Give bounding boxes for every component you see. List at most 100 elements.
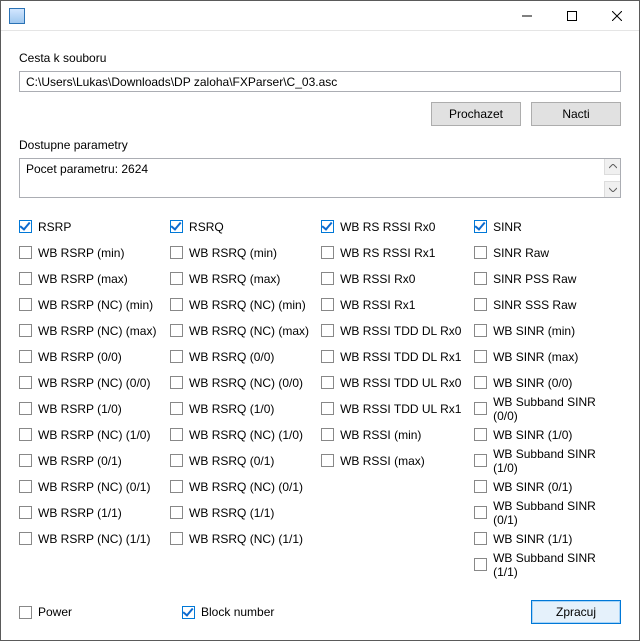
param-checkbox-label: WB RSRQ (NC) (1/0) bbox=[189, 428, 303, 442]
param-checkbox-label: WB RSSI Rx1 bbox=[340, 298, 415, 312]
checkbox-box bbox=[19, 246, 32, 259]
param-checkbox[interactable]: WB RSRP (max) bbox=[19, 270, 162, 287]
browse-button[interactable]: Prochazet bbox=[431, 102, 521, 126]
param-checkbox[interactable]: WB RSRQ (NC) (1/0) bbox=[170, 426, 313, 443]
checkbox-box bbox=[474, 350, 487, 363]
param-checkbox-label: SINR Raw bbox=[493, 246, 549, 260]
param-checkbox[interactable]: WB RSSI (min) bbox=[321, 426, 466, 443]
param-checkbox[interactable]: WB RSRQ (NC) (1/1) bbox=[170, 530, 313, 547]
param-checkbox[interactable]: SINR Raw bbox=[474, 244, 621, 261]
param-checkbox[interactable]: WB RSRQ (max) bbox=[170, 270, 313, 287]
param-checkbox[interactable]: WB RSRP (1/1) bbox=[19, 504, 162, 521]
param-checkbox[interactable]: WB RSRQ (NC) (max) bbox=[170, 322, 313, 339]
checkbox-box bbox=[321, 298, 334, 311]
checkbox-box bbox=[170, 480, 183, 493]
param-checkbox[interactable]: WB Subband SINR (1/1) bbox=[474, 556, 621, 573]
param-checkbox[interactable]: WB SINR (1/1) bbox=[474, 530, 621, 547]
checkbox-box bbox=[321, 350, 334, 363]
checkbox-box bbox=[474, 324, 487, 337]
param-checkbox[interactable]: WB RSRQ (NC) (0/0) bbox=[170, 374, 313, 391]
param-checkbox[interactable]: SINR SSS Raw bbox=[474, 296, 621, 313]
param-checkbox[interactable]: WB RSRQ (0/1) bbox=[170, 452, 313, 469]
minimize-button[interactable] bbox=[504, 1, 549, 30]
param-checkbox[interactable]: WB RSSI (max) bbox=[321, 452, 466, 469]
param-checkbox[interactable]: WB RSSI TDD DL Rx0 bbox=[321, 322, 466, 339]
param-checkbox[interactable]: WB RSSI TDD UL Rx0 bbox=[321, 374, 466, 391]
checkbox-box bbox=[474, 558, 487, 571]
param-checkbox[interactable]: WB RSRP (0/0) bbox=[19, 348, 162, 365]
param-checkbox[interactable]: WB RSRP (NC) (0/1) bbox=[19, 478, 162, 495]
param-checkbox[interactable]: RSRQ bbox=[170, 218, 313, 235]
scroll-down-button[interactable] bbox=[604, 181, 620, 197]
power-checkbox-label: Power bbox=[38, 605, 72, 619]
scroll-up-button[interactable] bbox=[604, 159, 620, 175]
param-checkbox[interactable]: WB RSRP (NC) (1/0) bbox=[19, 426, 162, 443]
param-checkbox-label: WB RSRQ (NC) (1/1) bbox=[189, 532, 303, 546]
param-column: RSRQ WB RSRQ (min) WB RSRQ (max) WB RSRQ (N… bbox=[170, 218, 313, 573]
param-checkbox[interactable]: SINR PSS Raw bbox=[474, 270, 621, 287]
checkbox-box bbox=[170, 532, 183, 545]
param-checkbox-label: WB RSSI TDD DL Rx0 bbox=[340, 324, 461, 338]
param-checkbox-label: WB SINR (1/1) bbox=[493, 532, 572, 546]
checkbox-box bbox=[170, 246, 183, 259]
param-checkbox[interactable]: WB RSRQ (min) bbox=[170, 244, 313, 261]
checkbox-box bbox=[19, 324, 32, 337]
file-path-input[interactable]: C:\Users\Lukas\Downloads\DP zaloha\FXPar… bbox=[19, 71, 621, 92]
param-checkbox[interactable]: WB Subband SINR (1/0) bbox=[474, 452, 621, 469]
param-checkbox[interactable]: WB RSRP (1/0) bbox=[19, 400, 162, 417]
param-checkbox[interactable]: WB RSRP (min) bbox=[19, 244, 162, 261]
param-checkbox[interactable]: WB RSRQ (NC) (0/1) bbox=[170, 478, 313, 495]
param-checkbox-label: RSRQ bbox=[189, 220, 224, 234]
process-button[interactable]: Zpracuj bbox=[531, 600, 621, 624]
param-checkbox[interactable]: SINR bbox=[474, 218, 621, 235]
param-checkbox[interactable]: WB RS RSSI Rx0 bbox=[321, 218, 466, 235]
param-checkbox[interactable]: WB RSRQ (NC) (min) bbox=[170, 296, 313, 313]
param-checkbox[interactable]: WB RSRP (NC) (max) bbox=[19, 322, 162, 339]
param-checkbox-label: WB RSRP (0/1) bbox=[38, 454, 122, 468]
param-checkbox-label: WB RSRQ (1/1) bbox=[189, 506, 274, 520]
param-checkbox[interactable]: WB RSSI Rx1 bbox=[321, 296, 466, 313]
param-checkbox-label: WB RSSI (max) bbox=[340, 454, 425, 468]
checkbox-box bbox=[170, 272, 183, 285]
block-number-checkbox[interactable]: Block number bbox=[182, 604, 274, 621]
param-checkbox[interactable]: WB SINR (0/0) bbox=[474, 374, 621, 391]
param-checkbox-label: WB RSSI TDD UL Rx1 bbox=[340, 402, 461, 416]
param-checkbox[interactable]: WB Subband SINR (0/1) bbox=[474, 504, 621, 521]
checkbox-box bbox=[170, 402, 183, 415]
bottom-bar: Power Block number Zpracuj bbox=[19, 588, 621, 624]
param-checkbox[interactable]: WB RSRP (NC) (0/0) bbox=[19, 374, 162, 391]
param-count-box[interactable]: Pocet parametru: 2624 bbox=[19, 158, 621, 198]
param-checkbox[interactable]: WB RSRP (NC) (1/1) bbox=[19, 530, 162, 547]
content-area: Cesta k souboru C:\Users\Lukas\Downloads… bbox=[1, 31, 639, 640]
param-checkbox[interactable]: WB SINR (max) bbox=[474, 348, 621, 365]
param-checkbox-label: WB RSRP (1/1) bbox=[38, 506, 122, 520]
param-checkbox[interactable]: WB RS RSSI Rx1 bbox=[321, 244, 466, 261]
maximize-button[interactable] bbox=[549, 1, 594, 30]
param-checkbox-label: WB RSRP (NC) (max) bbox=[38, 324, 156, 338]
param-checkbox[interactable]: WB RSRQ (1/1) bbox=[170, 504, 313, 521]
param-checkbox[interactable]: WB RSSI TDD DL Rx1 bbox=[321, 348, 466, 365]
param-checkbox[interactable]: WB RSRQ (0/0) bbox=[170, 348, 313, 365]
checkbox-box bbox=[19, 480, 32, 493]
param-checkbox[interactable]: WB SINR (1/0) bbox=[474, 426, 621, 443]
titlebar bbox=[1, 1, 639, 31]
param-checkbox-label: WB Subband SINR (0/1) bbox=[493, 499, 621, 527]
param-checkbox[interactable]: WB RSRP (0/1) bbox=[19, 452, 162, 469]
param-checkbox[interactable]: RSRP bbox=[19, 218, 162, 235]
param-checkbox-label: WB SINR (max) bbox=[493, 350, 578, 364]
close-button[interactable] bbox=[594, 1, 639, 30]
checkbox-box bbox=[19, 506, 32, 519]
param-checkbox[interactable]: WB RSSI Rx0 bbox=[321, 270, 466, 287]
param-checkbox[interactable]: WB SINR (0/1) bbox=[474, 478, 621, 495]
param-checkbox[interactable]: WB Subband SINR (0/0) bbox=[474, 400, 621, 417]
param-checkbox[interactable]: WB RSRP (NC) (min) bbox=[19, 296, 162, 313]
app-icon bbox=[9, 8, 25, 24]
power-checkbox[interactable]: Power bbox=[19, 604, 72, 621]
param-checkbox[interactable]: WB RSRQ (1/0) bbox=[170, 400, 313, 417]
checkbox-box bbox=[19, 376, 32, 389]
param-checkbox[interactable]: WB RSSI TDD UL Rx1 bbox=[321, 400, 466, 417]
param-checkbox[interactable]: WB SINR (min) bbox=[474, 322, 621, 339]
checkbox-box bbox=[170, 298, 183, 311]
param-checkbox-label: WB RS RSSI Rx1 bbox=[340, 246, 435, 260]
load-button[interactable]: Nacti bbox=[531, 102, 621, 126]
